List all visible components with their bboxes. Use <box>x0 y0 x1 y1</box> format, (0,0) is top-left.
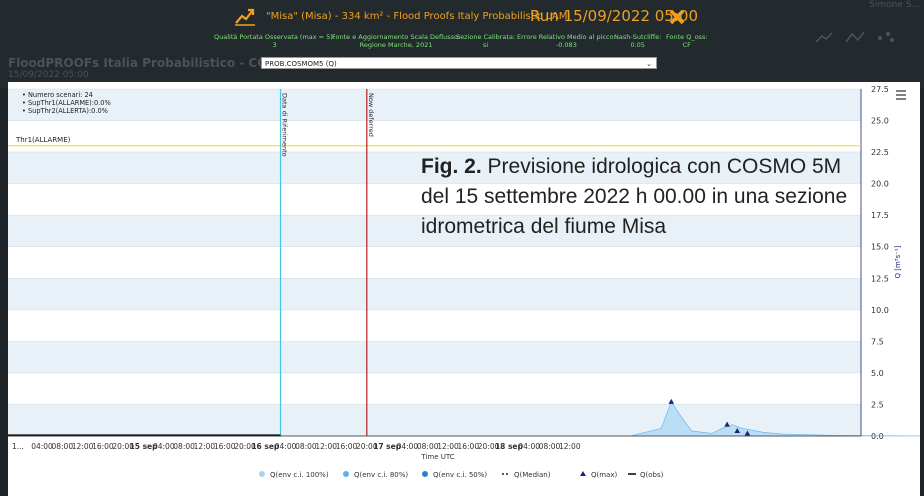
x-tick-label: 04:00 <box>397 442 419 451</box>
station-title: "Misa" (Misa) - 334 km² - Flood Proofs I… <box>266 11 571 22</box>
menu-icon[interactable] <box>895 89 907 101</box>
y-tick-label: 20.0 <box>871 180 889 189</box>
caption-text: Previsione idrologica con COSMO 5M del 1… <box>421 155 848 238</box>
y-tick-label: 22.5 <box>871 148 889 157</box>
legend-label: Q(env c.i. 50%) <box>433 471 487 479</box>
close-icon[interactable] <box>668 8 686 26</box>
grid-band <box>8 372 861 405</box>
grid-band <box>8 341 861 373</box>
x-tick-label: 04:00 <box>275 442 297 451</box>
legend-label: Q(Median) <box>514 471 551 479</box>
chart-trend-icon <box>235 8 255 26</box>
y-tick-label: 0.0 <box>871 432 884 441</box>
threshold-label: Thr1(ALLARME) <box>15 136 71 144</box>
legend-swatch <box>580 471 586 476</box>
x-tick-label: 12:00 <box>72 442 94 451</box>
x-tick-label: 08:00 <box>173 442 195 451</box>
legend-label: Q(obs) <box>640 471 664 479</box>
y-tick-label: 2.5 <box>871 400 884 409</box>
reference-line-label: Data di Riferimento <box>281 93 289 157</box>
x-tick-label: 12:00 <box>315 442 337 451</box>
info-line: • SupThr2(ALLERTA):0.0% <box>22 107 108 115</box>
stat-quality: Qualità Portata Osservata (max = 5): 3 <box>214 33 336 49</box>
x-tick-label: 04:00 <box>31 442 53 451</box>
legend-label: Q(env c.i. 80%) <box>354 471 408 479</box>
grid-band <box>8 89 861 121</box>
x-tick-label: 16:00 <box>214 442 236 451</box>
caption-fig-label: Fig. 2. <box>421 155 482 178</box>
y-tick-label: 15.0 <box>871 243 889 252</box>
y-tick-label: 25.0 <box>871 117 889 126</box>
x-tick-label: 08:00 <box>51 442 73 451</box>
y-tick-label: 7.5 <box>871 337 884 346</box>
legend-label: Q(env c.i. 100%) <box>270 471 329 479</box>
user-label: Simone S... <box>869 0 920 10</box>
stat-source: Fonte Q_oss: CF <box>666 33 708 49</box>
x-tick-label: 16:00 <box>457 442 479 451</box>
info-line: • SupThr1(ALLARME):0.0% <box>22 99 111 107</box>
figure-caption: Fig. 2. Previsione idrologica con COSMO … <box>421 152 861 242</box>
reference-line-label: Now deferred <box>367 93 375 137</box>
y-tick-label: 17.5 <box>871 211 889 220</box>
y-tick-label: 10.0 <box>871 306 889 315</box>
stat-calibrated: Sezione Calibrata: si <box>456 33 516 49</box>
x-axis-label: Time UTC <box>420 453 454 461</box>
x-tick-label: 12:00 <box>437 442 459 451</box>
x-tick-label: 16:00 <box>92 442 114 451</box>
grid-band <box>8 246 861 279</box>
x-tick-label: 12:00 <box>194 442 216 451</box>
x-tick-label: 12:00 <box>559 442 581 451</box>
background-subtitle: 15/09/2022 05:00 <box>8 70 89 80</box>
product-select[interactable]: PROB.COSMOM5 (Q) ⌄ <box>261 57 657 69</box>
y-axis-label: Q [m³s⁻¹] <box>894 245 902 278</box>
background-toolbar <box>815 31 894 43</box>
legend-swatch <box>259 471 265 477</box>
y-tick-label: 5.0 <box>871 369 884 378</box>
legend-swatch <box>343 471 349 477</box>
grid-band <box>8 309 861 342</box>
y-tick-label: 12.5 <box>871 274 889 283</box>
x-tick-label: 04:00 <box>518 442 540 451</box>
chart-panel: 0.0 2.5 5.0 7.5 10.0 12.5 15.0 17.5 20.0 22.5 25.0… <box>8 82 920 496</box>
x-tick-label: 08:00 <box>295 442 317 451</box>
stat-peak-error: Errore Relativo Medio al picco: -0.083 <box>517 33 616 49</box>
header-bar: FloodPROOFs Italia Probabilistico - COSM… <box>0 0 924 88</box>
x-tick-label: 1... <box>12 442 24 451</box>
chevron-down-icon: ⌄ <box>646 60 652 68</box>
info-line: • Numero scenari: 24 <box>22 91 93 99</box>
legend-swatch <box>422 471 428 477</box>
x-tick-label: 16:00 <box>336 442 358 451</box>
stat-nash: Nash-Sutcliffe: 0.05 <box>614 33 662 49</box>
x-tick-label: 08:00 <box>417 442 439 451</box>
grid-band <box>8 120 861 153</box>
x-tick-label: 04:00 <box>153 442 175 451</box>
grid-band <box>8 278 861 310</box>
x-tick-label: 08:00 <box>539 442 561 451</box>
hydrograph-chart: 0.0 2.5 5.0 7.5 10.0 12.5 15.0 17.5 20.0 22.5 25.0… <box>8 85 920 479</box>
y-tick-label: 27.5 <box>871 85 889 94</box>
stat-rating-curve: Fonte e Aggiornamento Scala Deflusso: Reg… <box>332 33 461 49</box>
legend-label: Q(max) <box>591 471 617 479</box>
